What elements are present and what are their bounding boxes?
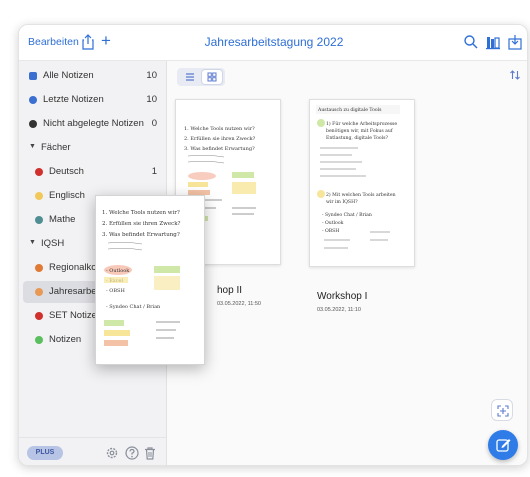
svg-text:- Outlook: - Outlook — [322, 220, 344, 226]
stack-icon — [29, 120, 37, 128]
notes-grid-area: 1. Welche Tools nutzen wir? 2. Erfüllen … — [167, 61, 527, 465]
svg-text:benötigen wir, mit Fokus auf: benötigen wir, mit Fokus auf — [326, 128, 393, 134]
share-icon[interactable] — [81, 34, 95, 50]
handwritten-note-preview: 1. Welche Tools nutzen wir? 2. Erfüllen … — [102, 210, 181, 346]
svg-text:Entlastung, digitale Tools?: Entlastung, digitale Tools? — [326, 135, 388, 141]
svg-text:2. Erfüllen sie ihren Zweck?: 2. Erfüllen sie ihren Zweck? — [184, 136, 256, 142]
dragged-note-preview[interactable]: 1. Welche Tools nutzen wir? 2. Erfüllen … — [95, 195, 205, 365]
edit-button[interactable]: Bearbeiten — [28, 36, 79, 48]
handwritten-note-preview: Austausch zu digitale Tools 1) Für welch… — [316, 105, 400, 249]
svg-text:Austausch zu digitale Tools: Austausch zu digitale Tools — [317, 107, 382, 113]
svg-text:1. Welche Tools nutzen wir?: 1. Welche Tools nutzen wir? — [102, 210, 180, 216]
grid-view-button[interactable] — [202, 70, 222, 84]
add-icon[interactable]: + — [101, 32, 111, 49]
new-note-button[interactable] — [488, 430, 518, 460]
color-dot-icon — [35, 192, 43, 200]
sidebar-item-nicht-abgelegte[interactable]: Nicht abgelegte Notizen 0 — [19, 113, 167, 135]
color-dot-icon — [35, 264, 43, 272]
svg-text:1. Welche Tools nutzen wir?: 1. Welche Tools nutzen wir? — [184, 126, 255, 132]
top-toolbar: Bearbeiten + Jahresarbeitstagung 2022 — [19, 25, 527, 61]
color-dot-icon — [35, 336, 43, 344]
svg-text:3. Was befindet Erwartung?: 3. Was befindet Erwartung? — [102, 232, 180, 238]
sidebar-item-deutsch[interactable]: Deutsch 1 — [19, 161, 167, 183]
document-title: Jahresarbeitstagung 2022 — [204, 35, 344, 49]
sidebar-group-faecher[interactable]: ▼ Fächer — [19, 137, 167, 159]
trash-icon[interactable] — [143, 446, 157, 460]
note-title: Workshop I — [317, 291, 368, 302]
grid-icon — [207, 72, 217, 82]
note-date: 03.05.2022, 11:50 — [217, 301, 261, 307]
color-dot-icon — [35, 168, 43, 176]
svg-text:1) Für welche Arbeitsprozesse: 1) Für welche Arbeitsprozesse — [326, 120, 397, 127]
scan-icon — [497, 405, 509, 417]
plus-badge[interactable]: PLUS — [27, 446, 63, 460]
svg-text:2. Erfüllen sie ihren Zweck?: 2. Erfüllen sie ihren Zweck? — [102, 221, 181, 227]
sidebar-footer: PLUS — [19, 437, 167, 465]
compose-icon — [496, 439, 511, 452]
svg-text:- OBSH: - OBSH — [106, 288, 125, 294]
search-icon[interactable] — [463, 34, 479, 50]
svg-text:- Outlook: - Outlook — [106, 268, 130, 274]
clock-icon — [29, 96, 37, 104]
color-dot-icon — [35, 216, 43, 224]
color-dot-icon — [35, 312, 43, 320]
sort-icon[interactable] — [509, 69, 521, 81]
svg-text:- Syndeo Chat / Brian: - Syndeo Chat / Brian — [322, 212, 372, 218]
sidebar-item-letzte-notizen[interactable]: Letzte Notizen 10 — [19, 89, 167, 111]
color-dot-icon — [35, 288, 43, 296]
note-thumbnail[interactable]: Austausch zu digitale Tools 1) Für welch… — [309, 99, 415, 267]
note-date: 03.05.2022, 11:10 — [317, 307, 361, 313]
notes-icon — [29, 72, 37, 80]
svg-text:3. Was befindet Erwartung?: 3. Was befindet Erwartung? — [184, 146, 255, 152]
export-icon[interactable] — [507, 34, 523, 50]
view-toggle — [177, 68, 225, 86]
bookshelf-icon[interactable] — [485, 34, 501, 50]
scan-button[interactable] — [491, 399, 513, 421]
note-title: hop II — [217, 285, 243, 296]
svg-text:2) Mit welchen Tools arbeiten: 2) Mit welchen Tools arbeiten — [326, 191, 396, 198]
list-icon — [186, 73, 194, 81]
gear-icon[interactable] — [105, 446, 119, 460]
list-view-button[interactable] — [180, 70, 200, 84]
svg-text:wir im IQSH?: wir im IQSH? — [326, 199, 358, 205]
svg-text:- Syndeo Chat / Brian: - Syndeo Chat / Brian — [106, 304, 161, 310]
svg-text:- OBSH: - OBSH — [322, 228, 339, 234]
sidebar-item-alle-notizen[interactable]: Alle Notizen 10 — [19, 65, 167, 87]
chevron-down-icon: ▼ — [29, 143, 36, 150]
chevron-down-icon: ▼ — [29, 239, 36, 246]
help-icon[interactable] — [125, 446, 139, 460]
